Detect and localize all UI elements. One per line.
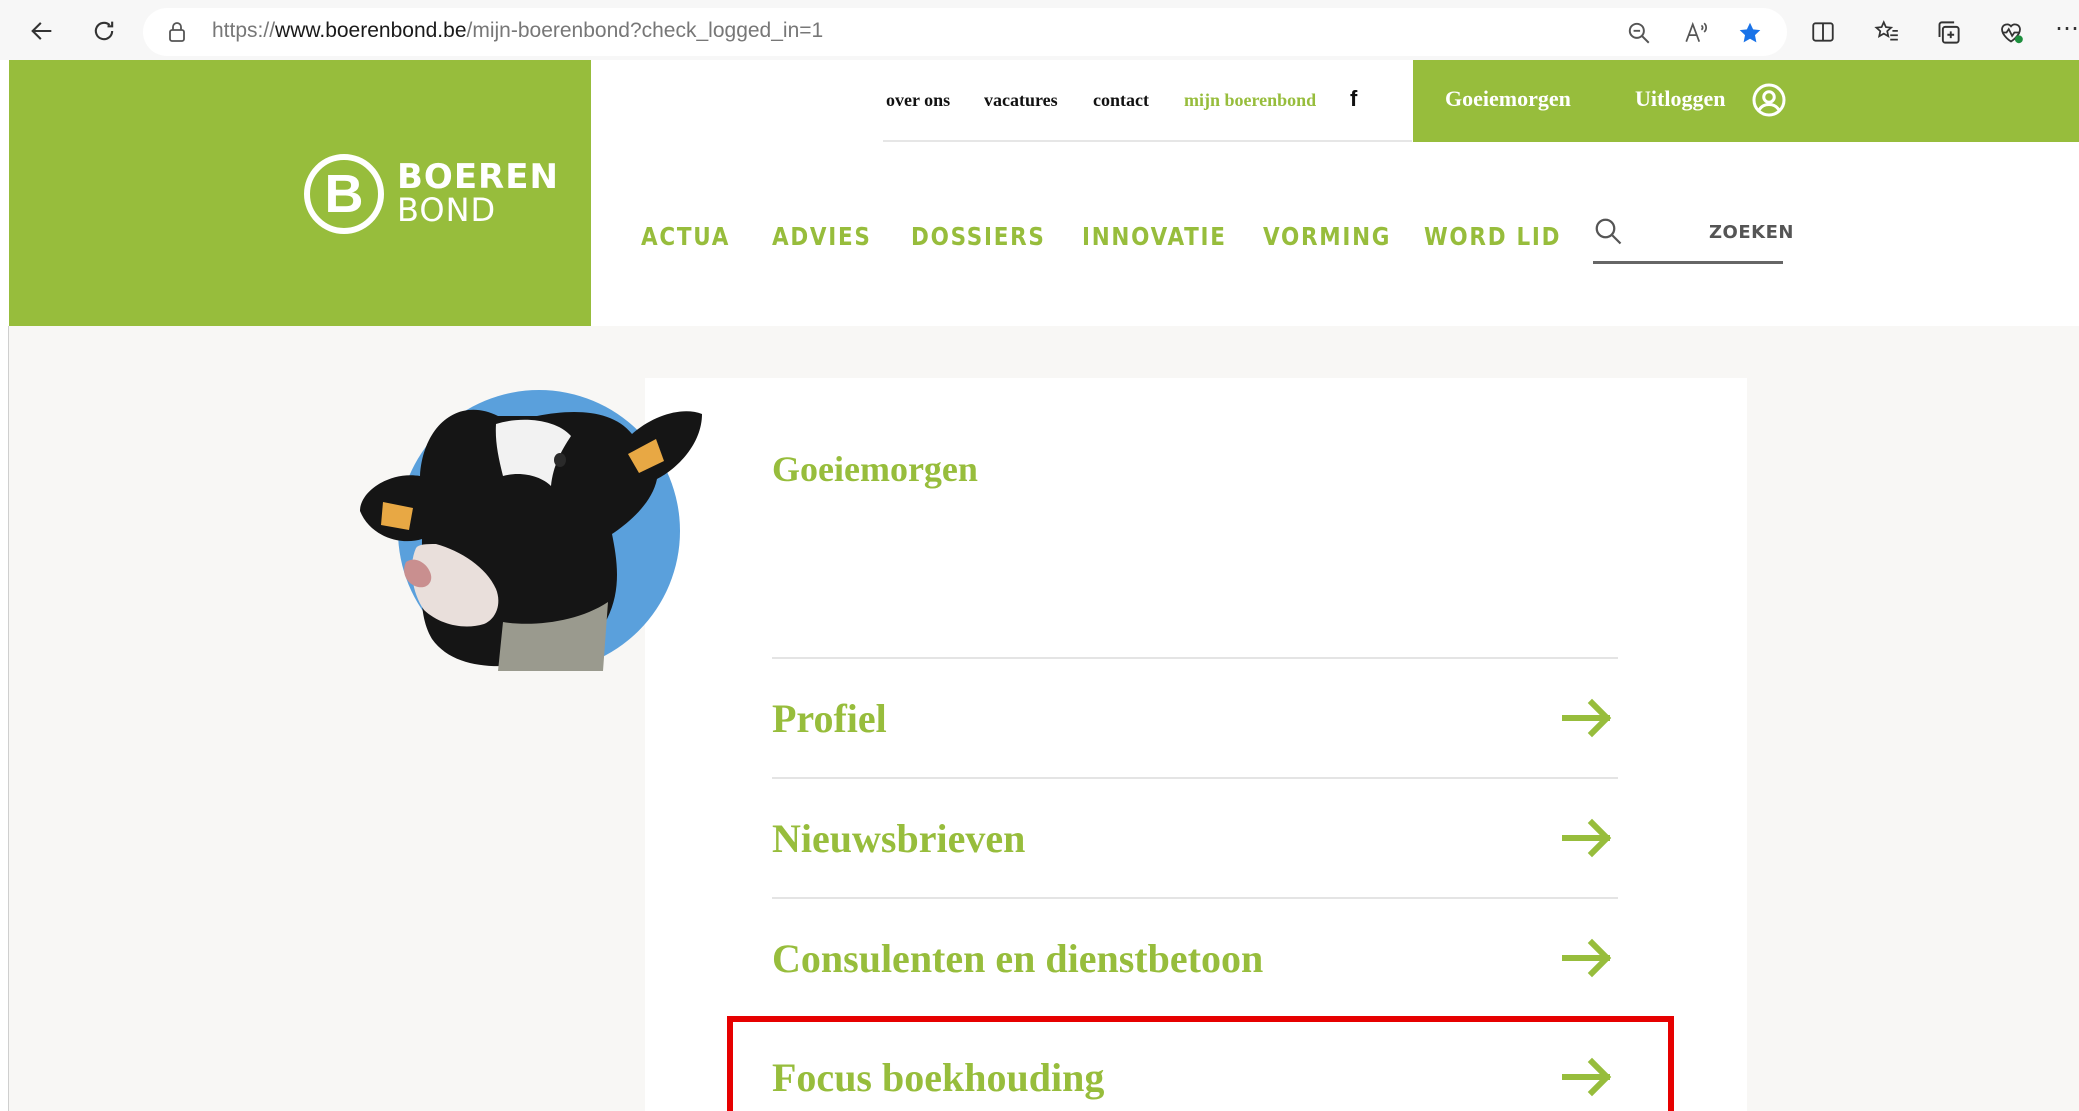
browser-toolbar: https://www.boerenbond.be/mijn-boerenbon…	[0, 0, 2079, 60]
menu-item-label: Profiel	[772, 695, 887, 741]
back-arrow-icon[interactable]	[22, 11, 62, 51]
browser-essentials-icon[interactable]	[1997, 19, 2025, 46]
arrow-right-icon	[1562, 698, 1612, 738]
topnav-contact[interactable]: contact	[1093, 90, 1149, 111]
logout-link[interactable]: Uitloggen	[1635, 86, 1725, 112]
nav-word-lid[interactable]: WORD LID	[1424, 222, 1561, 251]
nav-innovatie[interactable]: INNOVATIE	[1082, 222, 1227, 251]
url-domain: www.boerenbond.be	[275, 19, 467, 42]
nav-vorming[interactable]: VORMING	[1263, 222, 1391, 251]
menu-item-focus-boekhouding[interactable]: Focus boekhouding	[772, 1017, 1618, 1111]
arrow-right-icon	[1562, 938, 1612, 978]
site-logo-block: B BOEREN BOND	[9, 60, 591, 326]
menu-item-label: Nieuwsbrieven	[772, 815, 1026, 861]
search-box[interactable]: ZOEKEN	[1593, 210, 1793, 264]
read-aloud-icon[interactable]	[1683, 20, 1709, 46]
boerenbond-logo-icon[interactable]: B	[304, 154, 384, 234]
refresh-icon[interactable]	[84, 11, 124, 51]
lock-icon[interactable]	[165, 20, 189, 44]
nav-actua[interactable]: ACTUA	[641, 222, 730, 251]
logo-mark: B	[324, 164, 364, 224]
topnav-vacatures[interactable]: vacatures	[984, 90, 1058, 111]
nav-advies[interactable]: ADVIES	[772, 222, 872, 251]
more-menu-icon[interactable]: ⋯	[2055, 14, 2079, 43]
menu-item-profiel[interactable]: Profiel	[772, 657, 1618, 777]
search-label[interactable]: ZOEKEN	[1709, 222, 1794, 243]
cow-illustration	[360, 390, 702, 671]
url-path: /mijn-boerenbond?check_logged_in=1	[466, 19, 824, 42]
facebook-icon[interactable]: f	[1350, 86, 1357, 112]
address-bar[interactable]: https://www.boerenbond.be/mijn-boerenbon…	[143, 8, 1787, 56]
url-text: https://www.boerenbond.be/mijn-boerenbon…	[212, 19, 823, 43]
top-navigation: over ons vacatures contact mijn boerenbo…	[883, 60, 1412, 142]
page-title: Goeiemorgen	[772, 449, 978, 489]
url-prefix: https://	[212, 19, 276, 42]
search-icon[interactable]	[1593, 216, 1623, 246]
menu-item-label: Focus boekhouding	[772, 1054, 1105, 1100]
nav-dossiers[interactable]: DOSSIERS	[911, 222, 1046, 251]
arrow-right-icon	[1562, 1057, 1612, 1097]
topnav-over-ons[interactable]: over ons	[886, 90, 950, 111]
favorites-list-icon[interactable]	[1873, 19, 1901, 45]
logo-text-bond[interactable]: BOND	[397, 193, 496, 227]
favorite-star-icon[interactable]	[1737, 20, 1763, 46]
menu-item-nieuwsbrieven[interactable]: Nieuwsbrieven	[772, 777, 1618, 897]
split-screen-icon[interactable]	[1810, 19, 1836, 45]
arrow-right-icon	[1562, 818, 1612, 858]
menu-item-label: Consulenten en dienstbetoon	[772, 935, 1264, 981]
greeting-link[interactable]: Goeiemorgen	[1445, 86, 1571, 112]
zoom-out-icon[interactable]	[1626, 20, 1652, 46]
user-bar: Goeiemorgen Uitloggen	[1413, 60, 2079, 142]
user-account-icon[interactable]	[1751, 82, 1787, 118]
collections-icon[interactable]	[1935, 19, 1962, 46]
topnav-mijn-boerenbond[interactable]: mijn boerenbond	[1184, 90, 1316, 111]
menu-item-consulenten[interactable]: Consulenten en dienstbetoon	[772, 897, 1618, 1017]
page-left-border	[8, 326, 9, 1111]
